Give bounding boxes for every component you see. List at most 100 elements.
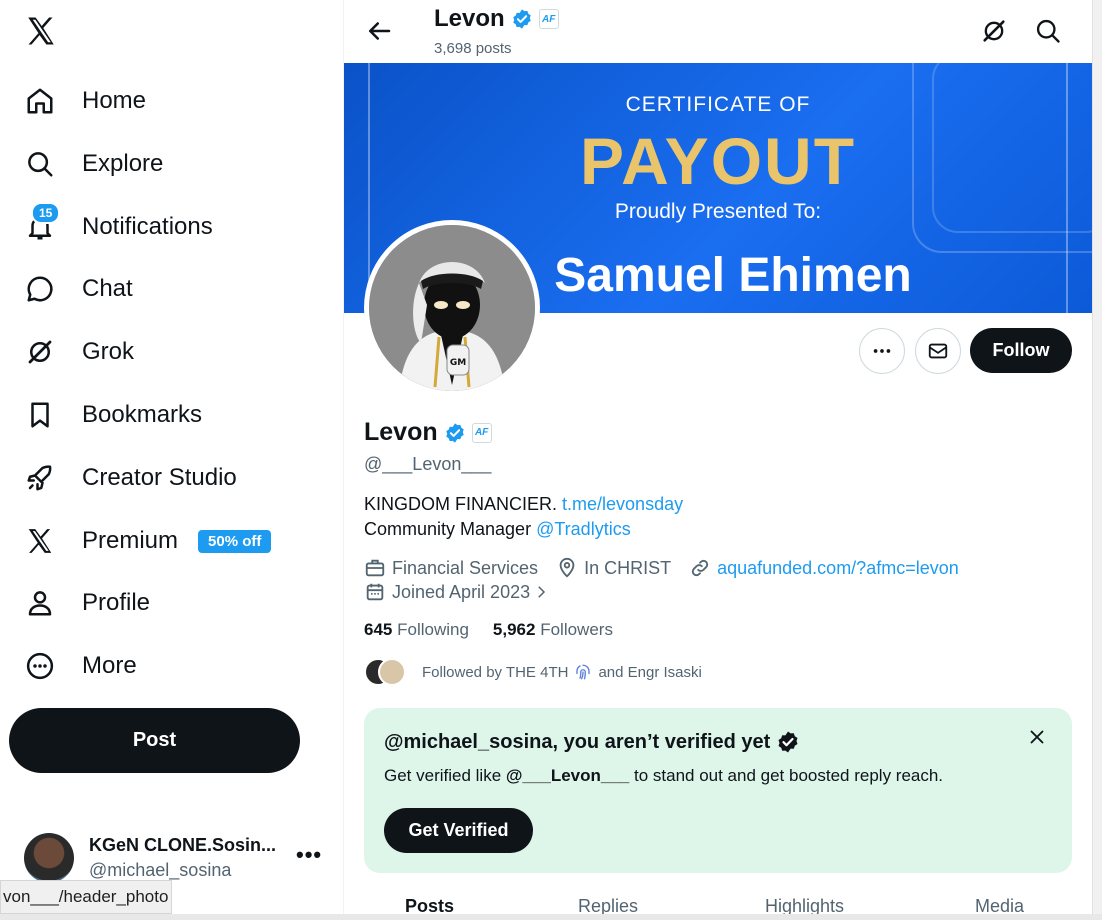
profile-joined[interactable]: Joined April 2023: [364, 581, 556, 603]
verification-desc-handle: @___Levon___: [505, 766, 630, 785]
verification-desc-post: to stand out and get boosted reply reach…: [629, 766, 944, 785]
verification-desc-pre: Get verified like: [384, 766, 506, 785]
chevron-right-icon: [538, 586, 546, 598]
post-button[interactable]: Post: [9, 708, 300, 773]
back-arrow-icon[interactable]: [364, 16, 394, 46]
horizontal-scrollbar[interactable]: [0, 914, 1102, 920]
grok-icon[interactable]: [980, 17, 1008, 45]
profile-category: Financial Services: [364, 557, 538, 579]
location-pin-icon: [559, 557, 575, 578]
nav-premium-label: Premium: [82, 527, 179, 554]
affiliate-badge[interactable]: AF: [538, 9, 559, 29]
profile-display-name: Levon: [364, 418, 438, 446]
home-icon: [24, 85, 56, 117]
nav-explore-label: Explore: [82, 150, 164, 177]
followers-link[interactable]: 5,962 Followers: [493, 620, 613, 640]
verified-badge-icon: [778, 731, 798, 753]
nav-notifications[interactable]: 15 Notifications: [24, 202, 213, 249]
nav-chat-label: Chat: [82, 275, 133, 302]
following-link[interactable]: 645 Following: [364, 620, 469, 640]
profile-joined-text: Joined April 2023: [392, 581, 531, 602]
link-icon: [691, 559, 709, 577]
nav-more-label: More: [82, 652, 137, 679]
nav-creator-studio[interactable]: Creator Studio: [24, 456, 237, 500]
bio-text: Community Manager: [364, 519, 532, 539]
profile-column: CERTIFICATE OF PAYOUT Proudly Presented …: [344, 0, 1092, 920]
followed-by-row[interactable]: Followed by THE 4TH and Engr Isaski: [364, 658, 702, 686]
vertical-scrollbar[interactable]: [1092, 0, 1102, 920]
calendar-icon: [366, 583, 384, 601]
verification-title: @michael_sosina, you aren’t verified yet: [384, 730, 800, 754]
profile-website[interactable]: aquafunded.com/?afmc=levon: [689, 557, 959, 579]
nav-home-label: Home: [82, 87, 147, 114]
chat-bubble-icon: [24, 273, 56, 305]
search-icon[interactable]: [1034, 17, 1062, 45]
account-switcher[interactable]: KGeN CLONE.Sosin... @michael_sosina •••: [24, 830, 334, 886]
profile-name-row: Levon AF: [364, 418, 492, 447]
follower-avatar: [378, 658, 406, 686]
profile-handle: @___Levon___: [364, 454, 492, 474]
envelope-icon: [928, 343, 948, 359]
posts-count: 3,698 posts: [434, 40, 512, 57]
profile-website-link[interactable]: aquafunded.com/?afmc=levon: [717, 558, 959, 579]
bio-link-telegram[interactable]: t.me/levonsday: [562, 494, 683, 514]
rocket-icon: [24, 462, 56, 494]
briefcase-icon: [365, 559, 385, 577]
bookmark-icon: [24, 399, 56, 431]
x-logo-icon[interactable]: [24, 14, 58, 48]
profile-avatar[interactable]: GM: [364, 220, 540, 396]
followers-label: Followers: [540, 620, 613, 639]
x-logo-icon: [24, 525, 56, 557]
profile-location-text: In CHRIST: [584, 557, 672, 578]
more-horizontal-icon: [873, 349, 891, 353]
verification-description: Get verified like @___Levon___ to stand …: [384, 766, 943, 786]
banner-certificate-title: CERTIFICATE OF: [625, 93, 811, 116]
nav-home[interactable]: Home: [24, 79, 146, 123]
bio-mention-link[interactable]: @Tradlytics: [536, 519, 631, 539]
followed-by-rest-text: and Engr Isaski: [598, 663, 702, 681]
get-verified-button[interactable]: Get Verified: [384, 808, 533, 853]
nav-profile[interactable]: Profile: [24, 581, 150, 625]
profile-bio: KINGDOM FINANCIER. t.me/levonsday Commun…: [364, 492, 683, 542]
message-button[interactable]: [915, 328, 961, 374]
banner-payout-text: PAYOUT: [579, 124, 857, 198]
fingerprint-emoji-icon: [576, 664, 591, 680]
notifications-badge: 15: [31, 202, 61, 224]
premium-promo-badge: 50% off: [198, 529, 272, 553]
avatar-character-illustration: GM: [369, 225, 535, 391]
profile-location: In CHRIST: [556, 557, 671, 579]
profile-meta: Financial Services In CHRIST aquafunded.…: [364, 556, 1064, 604]
profile-category-text: Financial Services: [392, 557, 539, 578]
nav-grok[interactable]: Grok: [24, 330, 134, 374]
affiliate-badge[interactable]: AF: [471, 422, 492, 443]
nav-notifications-label: Notifications: [82, 213, 213, 240]
account-handle: @michael_sosina: [89, 860, 232, 880]
svg-text:GM: GM: [450, 358, 466, 368]
account-more-icon[interactable]: •••: [296, 842, 322, 868]
nav-explore[interactable]: Explore: [24, 142, 163, 186]
close-icon[interactable]: [1026, 726, 1048, 748]
nav-profile-label: Profile: [82, 589, 151, 616]
verification-prompt: @michael_sosina, you aren’t verified yet…: [364, 708, 1072, 873]
following-count: 645: [364, 620, 393, 639]
followers-count: 5,962: [492, 620, 536, 639]
nav-more[interactable]: More: [24, 644, 137, 688]
following-label: Following: [397, 620, 469, 639]
nav-bookmarks-label: Bookmarks: [82, 401, 203, 428]
top-bar-name: Levon: [434, 5, 505, 32]
more-options-button[interactable]: [859, 328, 905, 374]
search-icon: [24, 148, 56, 180]
nav-premium[interactable]: Premium 50% off: [24, 519, 272, 563]
bio-text: KINGDOM FINANCIER.: [364, 494, 558, 514]
top-bar-title: Levon AF: [434, 5, 559, 33]
nav-grok-label: Grok: [82, 338, 135, 365]
nav-bookmarks[interactable]: Bookmarks: [24, 393, 202, 437]
profile-top-bar: Levon AF 3,698 posts: [344, 0, 1092, 63]
account-avatar: [24, 833, 74, 883]
more-circle-icon: [24, 650, 56, 682]
verified-badge-icon: [512, 9, 531, 29]
follow-button[interactable]: Follow: [970, 328, 1072, 373]
nav-chat[interactable]: Chat: [24, 267, 133, 311]
bell-icon: 15: [24, 202, 61, 243]
status-bar-url: von___/header_photo: [0, 880, 172, 914]
